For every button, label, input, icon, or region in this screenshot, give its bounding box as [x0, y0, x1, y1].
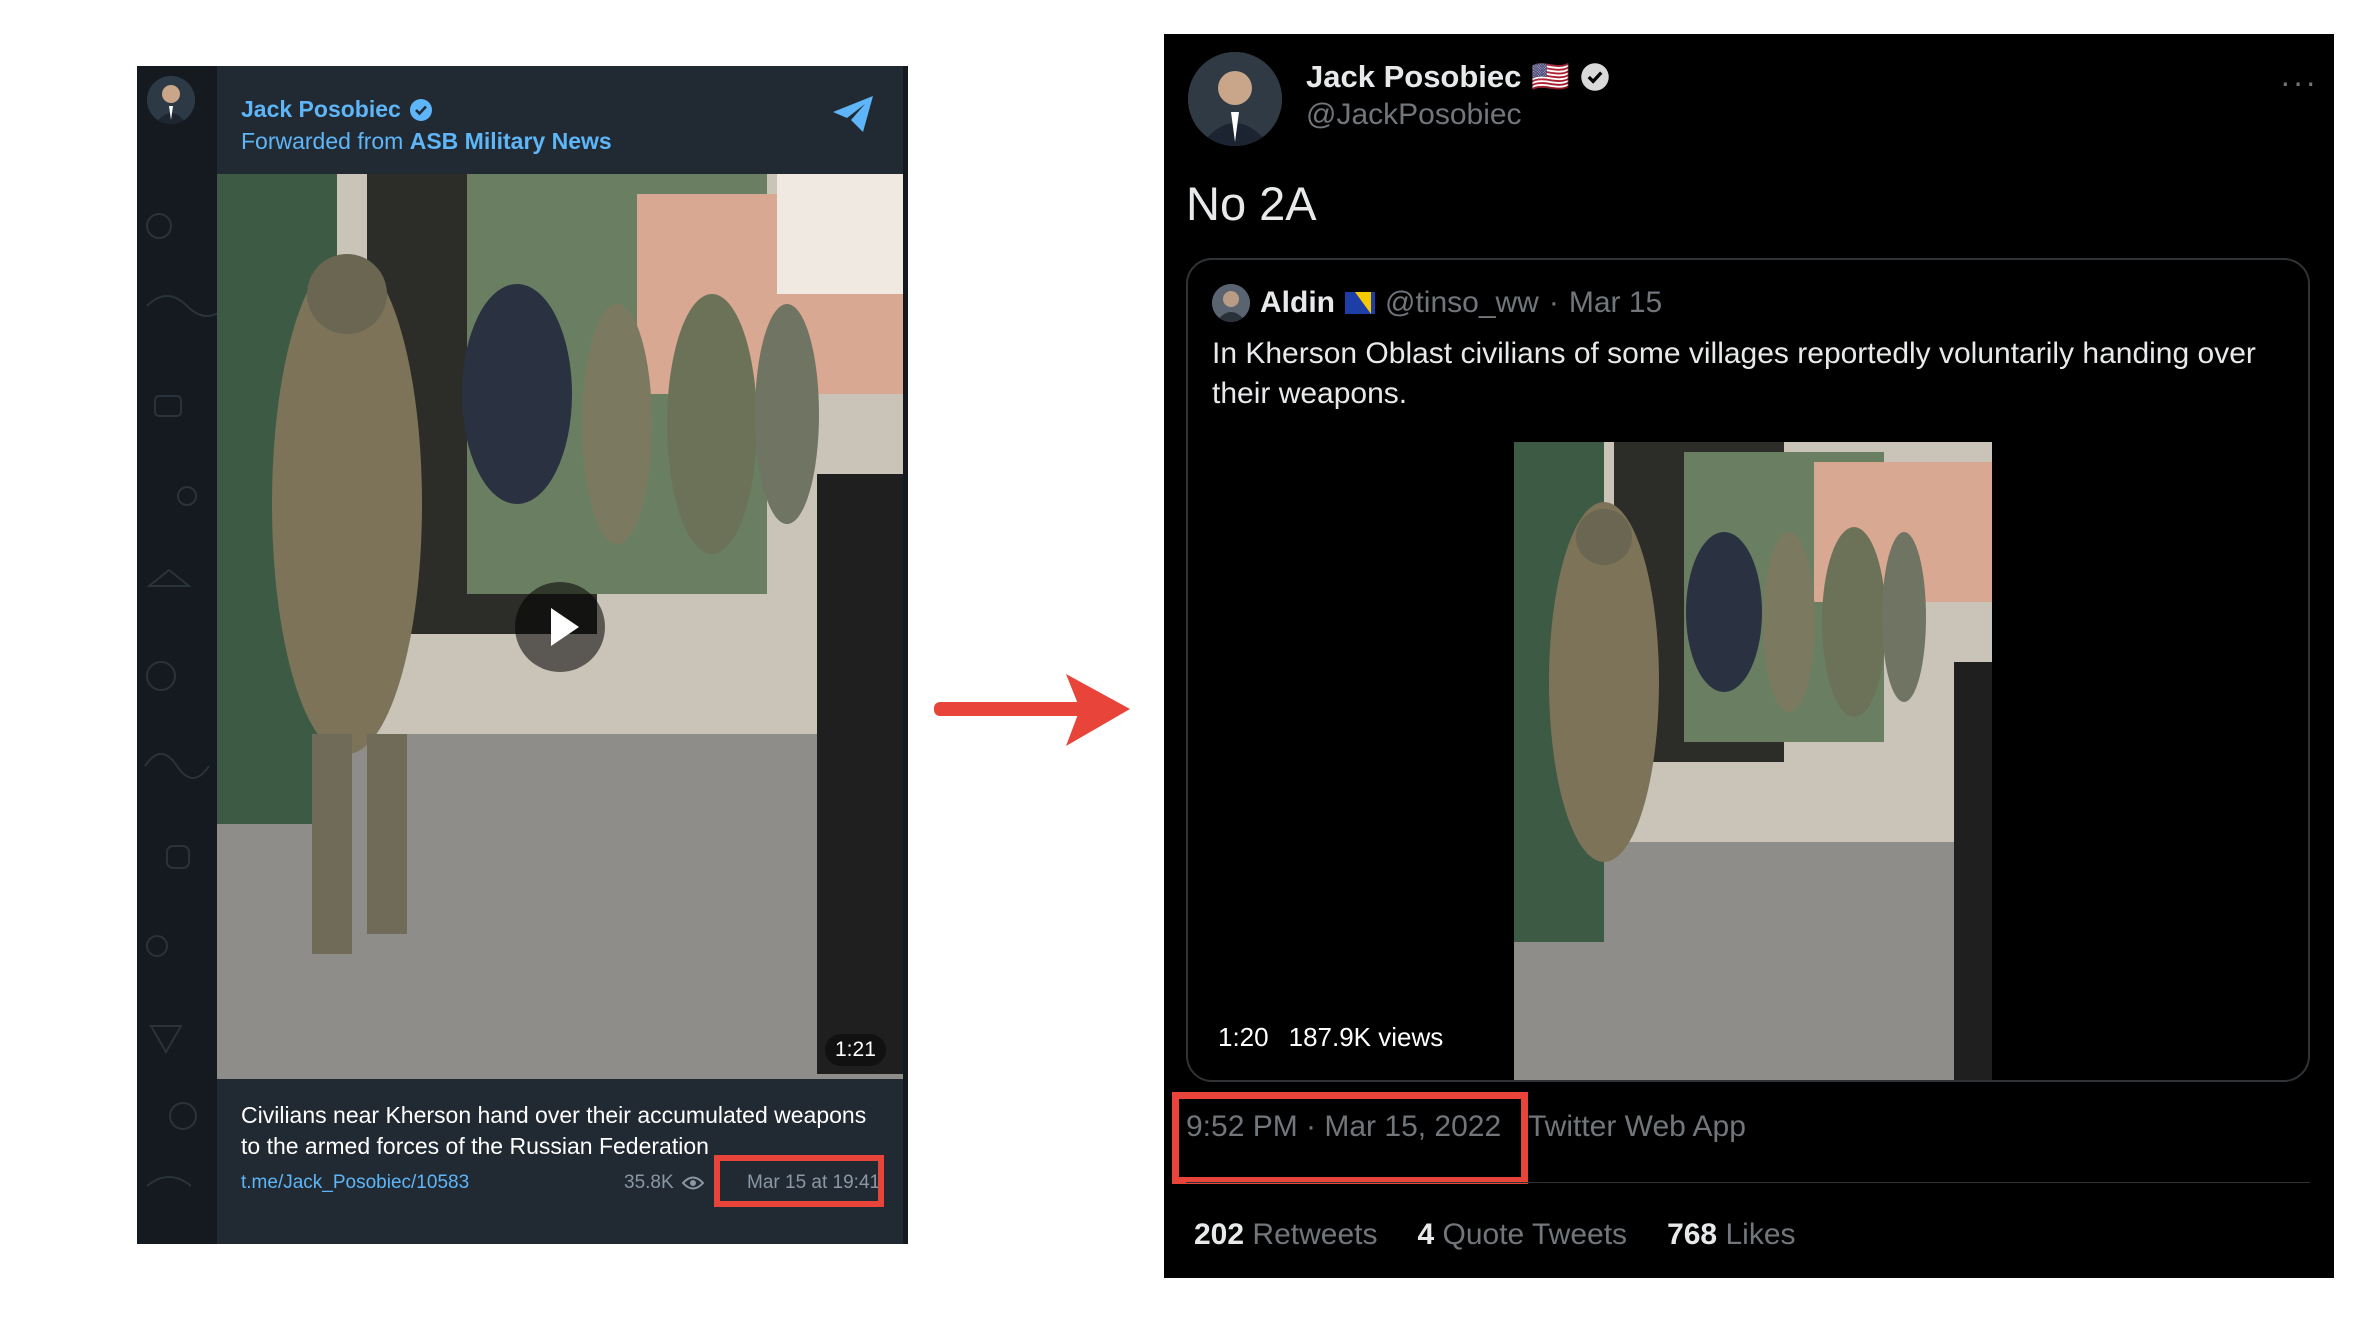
- telegram-avatar[interactable]: [147, 76, 195, 124]
- tweet-text: No 2A: [1186, 177, 1317, 230]
- verified-badge-icon: [1581, 62, 1609, 91]
- arrow-right-icon: [934, 674, 1130, 746]
- us-flag-icon: 🇺🇸: [1531, 59, 1571, 94]
- metric-value: 202: [1194, 1218, 1245, 1251]
- forwarded-from-line[interactable]: Forwarded from ASB Military News: [241, 128, 612, 155]
- telegram-message-bubble: Jack Posobiec Forwarded from ASB Militar…: [217, 66, 903, 1244]
- twitter-post-screenshot: Jack Posobiec 🇺🇸 @JackPosobiec ··· No 2A…: [1164, 34, 2334, 1278]
- retweets-metric[interactable]: 202 Retweets: [1194, 1218, 1377, 1252]
- twitter-author[interactable]: Jack Posobiec 🇺🇸: [1306, 58, 1610, 95]
- eye-icon: [681, 1176, 704, 1190]
- post-link[interactable]: t.me/Jack_Posobiec/10583: [241, 1172, 469, 1194]
- quote-tweets-metric[interactable]: 4 Quote Tweets: [1417, 1218, 1627, 1252]
- metric-value: 768: [1667, 1218, 1718, 1251]
- views-count: 35.8K: [624, 1172, 704, 1194]
- author-name[interactable]: Jack Posobiec: [1306, 59, 1521, 95]
- tweet-source-app: Twitter Web App: [1528, 1110, 1746, 1143]
- telegram-post-screenshot: Jack Posobiec Forwarded from ASB Militar…: [137, 66, 908, 1244]
- quoted-avatar[interactable]: [1212, 284, 1250, 322]
- quoted-tweet[interactable]: Aldin @tinso_ww · Mar 15 In Kherson Obla…: [1186, 258, 2310, 1082]
- tweet-metrics: 202 Retweets 4 Quote Tweets 768 Likes: [1194, 1218, 1796, 1252]
- forward-prefix: Forwarded from: [241, 128, 404, 154]
- telegram-share-icon[interactable]: [831, 94, 875, 134]
- telegram-sender[interactable]: Jack Posobiec: [241, 96, 433, 123]
- quoted-tweet-text: In Kherson Oblast civilians of some vill…: [1212, 337, 2256, 410]
- quoted-tweet-header: Aldin @tinso_ww · Mar 15: [1212, 284, 1662, 322]
- quoted-video-stats: 1:20 187.9K views: [1218, 1022, 1443, 1053]
- telegram-video-player[interactable]: 1:21: [217, 174, 903, 1079]
- sender-name[interactable]: Jack Posobiec: [241, 96, 401, 123]
- quoted-author-name[interactable]: Aldin: [1260, 286, 1335, 320]
- telegram-caption: Civilians near Kherson hand over their a…: [241, 1102, 867, 1159]
- play-icon: [551, 608, 579, 646]
- verified-badge-icon: [409, 98, 432, 121]
- divider: [1186, 1182, 2310, 1183]
- quoted-date[interactable]: Mar 15: [1569, 286, 1662, 320]
- video-duration: 1:21: [825, 1034, 886, 1066]
- likes-metric[interactable]: 768 Likes: [1667, 1218, 1795, 1252]
- quoted-video-views: 187.9K views: [1288, 1022, 1444, 1052]
- quoted-handle[interactable]: @tinso_ww: [1385, 286, 1539, 320]
- quoted-video-frame: [1514, 442, 1992, 1080]
- quoted-separator: ·: [1548, 286, 1559, 319]
- chat-background-pattern: [144, 213, 217, 1187]
- bosnia-flag-icon: [1345, 292, 1375, 314]
- author-handle[interactable]: @JackPosobiec: [1306, 98, 1522, 132]
- metric-value: 4: [1417, 1218, 1435, 1251]
- forward-source[interactable]: ASB Military News: [410, 128, 612, 154]
- views-value: 35.8K: [624, 1172, 674, 1193]
- metric-label: Quote Tweets: [1442, 1218, 1628, 1251]
- tweet-timestamp-highlight: [1172, 1092, 1528, 1184]
- telegram-timestamp-highlight: [714, 1155, 884, 1207]
- twitter-avatar[interactable]: [1188, 52, 1282, 146]
- metric-label: Retweets: [1252, 1218, 1378, 1251]
- quoted-video-duration: 1:20: [1218, 1022, 1269, 1052]
- quoted-video-player[interactable]: [1514, 442, 1992, 1080]
- metric-label: Likes: [1725, 1218, 1796, 1251]
- video-play-button[interactable]: [515, 582, 605, 672]
- more-options-icon[interactable]: ···: [2280, 64, 2318, 101]
